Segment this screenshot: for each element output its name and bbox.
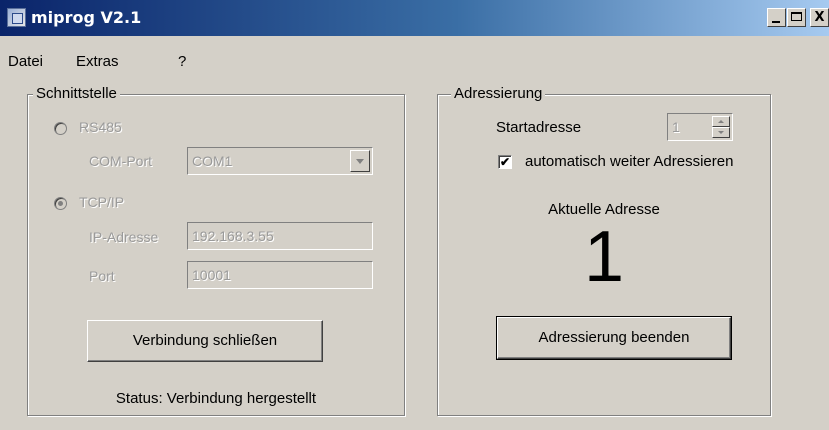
port-label: Port	[89, 268, 115, 284]
tcpip-label: TCP/IP	[79, 194, 125, 210]
startadresse-spinner[interactable]: 1	[667, 113, 733, 141]
title-bar[interactable]: miprog V2.1 X	[0, 0, 829, 36]
main-window: miprog V2.1 X Datei Extras ? Schnittstel…	[0, 0, 829, 430]
maximize-icon	[791, 12, 802, 21]
port-value: 10001	[192, 267, 231, 283]
auto-address-checkbox[interactable]: ✔	[498, 155, 512, 169]
rs485-radio[interactable]	[54, 122, 67, 135]
app-icon	[7, 8, 26, 27]
startadresse-label: Startadresse	[496, 119, 582, 136]
close-icon: X	[814, 10, 825, 25]
rs485-label: RS485	[79, 119, 122, 135]
schnittstelle-legend: Schnittstelle	[33, 85, 120, 102]
current-address-value: 1	[583, 217, 625, 297]
stop-addressing-button[interactable]: Adressierung beenden	[496, 316, 732, 360]
connection-status: Status: Verbindung hergestellt	[115, 390, 317, 407]
close-button[interactable]: X	[810, 8, 829, 27]
adressierung-legend: Adressierung	[451, 85, 546, 102]
menu-help[interactable]: ?	[178, 53, 186, 70]
spinner-arrows[interactable]	[712, 116, 730, 138]
menu-datei[interactable]: Datei	[8, 53, 43, 70]
minimize-icon	[772, 21, 780, 23]
chevron-down-icon[interactable]	[350, 150, 370, 172]
ip-address-field[interactable]: 192.168.3.55	[187, 222, 373, 250]
com-port-label: COM-Port	[89, 153, 152, 169]
window-title: miprog V2.1	[31, 8, 142, 27]
com-port-value: COM1	[192, 153, 233, 169]
spin-down-icon[interactable]	[712, 127, 730, 138]
menu-extras[interactable]: Extras	[76, 53, 119, 70]
port-field[interactable]: 10001	[187, 261, 373, 289]
minimize-button[interactable]	[767, 8, 786, 27]
auto-address-label: automatisch weiter Adressieren	[525, 153, 734, 170]
spin-up-icon[interactable]	[712, 116, 730, 127]
tcpip-radio[interactable]	[54, 197, 67, 210]
com-port-select[interactable]: COM1	[187, 147, 373, 175]
menu-bar: Datei Extras ?	[0, 45, 829, 73]
connection-close-button[interactable]: Verbindung schließen	[87, 320, 323, 362]
ip-address-value: 192.168.3.55	[192, 228, 274, 244]
current-address-label: Aktuelle Adresse	[548, 201, 660, 218]
schnittstelle-group: Schnittstelle RS485 COM-Port COM1 TCP/IP…	[27, 85, 405, 416]
maximize-button[interactable]	[787, 8, 806, 27]
startadresse-value: 1	[672, 119, 680, 135]
adressierung-group: Adressierung Startadresse 1 ✔ automatisc…	[437, 85, 771, 416]
ip-address-label: IP-Adresse	[89, 229, 159, 245]
